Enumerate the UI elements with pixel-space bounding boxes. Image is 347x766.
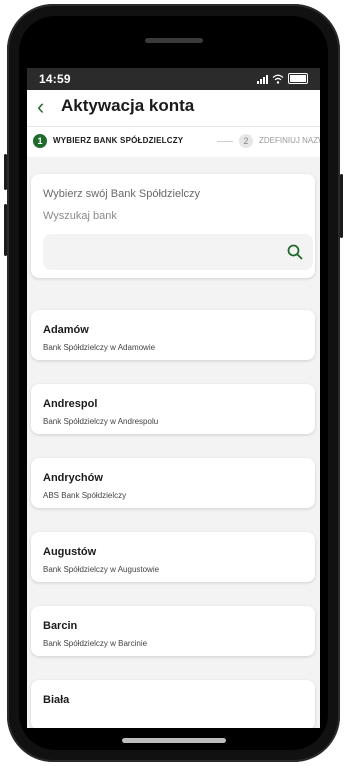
search-input[interactable] xyxy=(51,234,275,272)
volume-button xyxy=(4,154,7,190)
search-heading: Wybierz swój Bank Spółdzielczy xyxy=(43,188,201,200)
bank-list-item[interactable]: Barcin Bank Spółdzielczy w Barcinie xyxy=(31,606,315,656)
chevron-left-icon[interactable]: ‹ xyxy=(37,94,44,120)
step-1-indicator: 1 xyxy=(33,134,47,148)
power-button xyxy=(340,174,343,238)
bank-name: Andrespol xyxy=(43,398,98,410)
phone-frame: 14:59 ‹ Aktywacja konta 1 WYBIERZ BANK S… xyxy=(4,4,343,762)
home-indicator[interactable] xyxy=(122,738,226,743)
bank-name: Biała xyxy=(43,694,70,706)
step-2-label: ZDEFINIUJ NAZWE xyxy=(259,136,320,145)
bank-search-card: Wybierz swój Bank Spółdzielczy Wyszukaj … xyxy=(31,174,315,278)
bank-name: Andrychów xyxy=(43,472,103,484)
bank-name: Barcin xyxy=(43,620,78,632)
search-label: Wyszukaj bank xyxy=(43,210,117,222)
step-2-indicator: 2 xyxy=(239,134,253,148)
bank-list-item[interactable]: Biała xyxy=(31,680,315,728)
status-icons xyxy=(257,73,308,84)
bank-list-item[interactable]: Adamów Bank Spółdzielczy w Adamowie xyxy=(31,310,315,360)
page-title: Aktywacja konta xyxy=(61,96,195,115)
search-icon[interactable] xyxy=(287,244,303,260)
volume-button xyxy=(4,204,7,256)
battery-icon xyxy=(288,73,308,84)
bank-description: Bank Spółdzielczy w Adamowie xyxy=(43,343,156,352)
app-header: ‹ Aktywacja konta xyxy=(27,90,320,126)
signal-icon xyxy=(257,74,268,84)
search-box[interactable] xyxy=(43,234,313,272)
phone-bezel: 14:59 ‹ Aktywacja konta 1 WYBIERZ BANK S… xyxy=(19,16,328,750)
bank-description: Bank Spółdzielczy w Andrespolu xyxy=(43,417,159,426)
status-bar: 14:59 xyxy=(27,68,320,90)
wifi-icon xyxy=(272,74,284,84)
bank-list-item[interactable]: Augustów Bank Spółdzielczy w Augustowie xyxy=(31,532,315,582)
bank-description: ABS Bank Spółdzielczy xyxy=(43,491,127,500)
bank-description: Bank Spółdzielczy w Augustowie xyxy=(43,565,160,574)
speaker-grille xyxy=(145,38,203,43)
bank-description: Bank Spółdzielczy w Barcinie xyxy=(43,639,148,648)
stepper: 1 WYBIERZ BANK SPÓŁDZIELCZY 2 ZDEFINIUJ … xyxy=(27,126,320,157)
app-screen: 14:59 ‹ Aktywacja konta 1 WYBIERZ BANK S… xyxy=(27,68,320,728)
step-1-label: WYBIERZ BANK SPÓŁDZIELCZY xyxy=(53,136,184,145)
bank-name: Adamów xyxy=(43,324,89,336)
bank-list-item[interactable]: Andrespol Bank Spółdzielczy w Andrespolu xyxy=(31,384,315,434)
step-divider xyxy=(217,141,233,142)
bank-name: Augustów xyxy=(43,546,97,558)
bank-list-item[interactable]: Andrychów ABS Bank Spółdzielczy xyxy=(31,458,315,508)
status-time: 14:59 xyxy=(39,72,71,86)
